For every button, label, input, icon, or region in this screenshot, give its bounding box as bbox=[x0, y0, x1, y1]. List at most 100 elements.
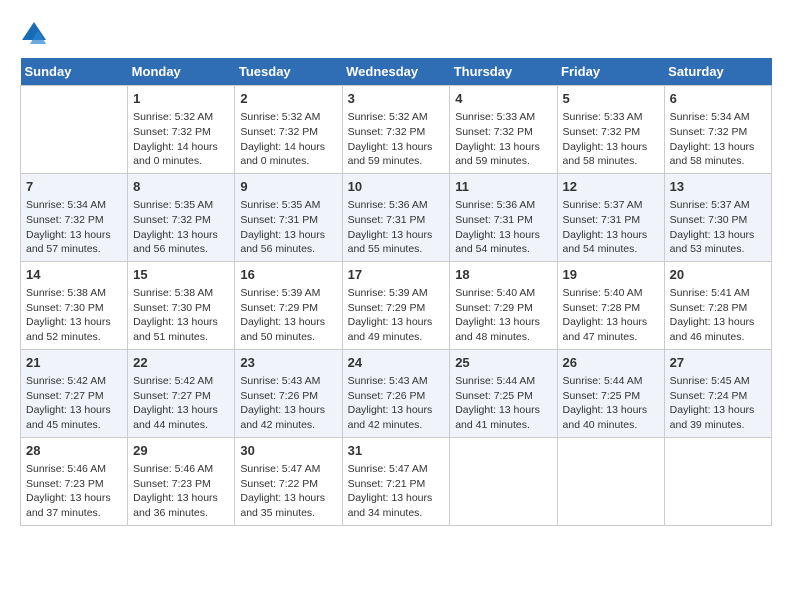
calendar-cell: 30Sunrise: 5:47 AM Sunset: 7:22 PM Dayli… bbox=[235, 437, 342, 525]
day-number: 10 bbox=[348, 178, 445, 196]
calendar-cell: 15 Sunrise: 5:38 AM Sunset: 7:30 PM Dayli… bbox=[128, 261, 235, 349]
header-cell-thursday: Thursday bbox=[450, 58, 557, 86]
calendar-cell: 29 Sunrise: 5:46 AM Sunset: 7:23 PM Dayli… bbox=[128, 437, 235, 525]
calendar-cell bbox=[21, 86, 128, 174]
day-number: 1 bbox=[133, 90, 229, 108]
day-info: Sunrise: 5:45 AM Sunset: 7:24 PM Dayligh… bbox=[670, 374, 766, 433]
day-number: 6 bbox=[670, 90, 766, 108]
day-info: Sunrise: 5:40 AM Sunset: 7:28 PM Dayligh… bbox=[563, 286, 659, 345]
day-number: 9 bbox=[240, 178, 336, 196]
header-cell-sunday: Sunday bbox=[21, 58, 128, 86]
day-number: 23 bbox=[240, 354, 336, 372]
calendar-cell: 24Sunrise: 5:43 AM Sunset: 7:26 PM Dayli… bbox=[342, 349, 450, 437]
logo bbox=[20, 20, 52, 48]
calendar-cell: 7Sunrise: 5:34 AM Sunset: 7:32 PM Daylig… bbox=[21, 173, 128, 261]
header-cell-tuesday: Tuesday bbox=[235, 58, 342, 86]
calendar-cell: 21 Sunrise: 5:42 AM Sunset: 7:27 PM Dayli… bbox=[21, 349, 128, 437]
day-number: 27 bbox=[670, 354, 766, 372]
calendar-cell: 2 Sunrise: 5:32 AM Sunset: 7:32 PM Daylig… bbox=[235, 86, 342, 174]
day-number: 29 bbox=[133, 442, 229, 460]
page-header bbox=[20, 20, 772, 48]
day-info: Sunrise: 5:47 AM Sunset: 7:21 PM Dayligh… bbox=[348, 462, 445, 521]
day-info: Sunrise: 5:36 AM Sunset: 7:31 PM Dayligh… bbox=[348, 198, 445, 257]
day-info: Sunrise: 5:47 AM Sunset: 7:22 PM Dayligh… bbox=[240, 462, 336, 521]
calendar-body: 1 Sunrise: 5:32 AM Sunset: 7:32 PM Daylig… bbox=[21, 86, 772, 526]
calendar-cell: 14 Sunrise: 5:38 AM Sunset: 7:30 PM Dayli… bbox=[21, 261, 128, 349]
calendar-cell: 16Sunrise: 5:39 AM Sunset: 7:29 PM Dayli… bbox=[235, 261, 342, 349]
day-number: 4 bbox=[455, 90, 551, 108]
day-number: 14 bbox=[26, 266, 122, 284]
calendar-cell: 10 Sunrise: 5:36 AM Sunset: 7:31 PM Dayli… bbox=[342, 173, 450, 261]
calendar-cell: 9 Sunrise: 5:35 AM Sunset: 7:31 PM Daylig… bbox=[235, 173, 342, 261]
day-info: Sunrise: 5:40 AM Sunset: 7:29 PM Dayligh… bbox=[455, 286, 551, 345]
day-number: 8 bbox=[133, 178, 229, 196]
logo-icon bbox=[20, 20, 48, 48]
day-info: Sunrise: 5:32 AM Sunset: 7:32 PM Dayligh… bbox=[133, 110, 229, 169]
day-info: Sunrise: 5:34 AM Sunset: 7:32 PM Dayligh… bbox=[670, 110, 766, 169]
calendar-cell bbox=[557, 437, 664, 525]
calendar-cell: 28 Sunrise: 5:46 AM Sunset: 7:23 PM Dayli… bbox=[21, 437, 128, 525]
day-info: Sunrise: 5:46 AM Sunset: 7:23 PM Dayligh… bbox=[133, 462, 229, 521]
calendar-header-row: SundayMondayTuesdayWednesdayThursdayFrid… bbox=[21, 58, 772, 86]
day-number: 3 bbox=[348, 90, 445, 108]
calendar-week-row: 7Sunrise: 5:34 AM Sunset: 7:32 PM Daylig… bbox=[21, 173, 772, 261]
calendar-cell: 1 Sunrise: 5:32 AM Sunset: 7:32 PM Daylig… bbox=[128, 86, 235, 174]
day-number: 11 bbox=[455, 178, 551, 196]
day-info: Sunrise: 5:44 AM Sunset: 7:25 PM Dayligh… bbox=[563, 374, 659, 433]
calendar-cell: 31 Sunrise: 5:47 AM Sunset: 7:21 PM Dayli… bbox=[342, 437, 450, 525]
calendar-cell: 11 Sunrise: 5:36 AM Sunset: 7:31 PM Dayli… bbox=[450, 173, 557, 261]
calendar-cell: 6 Sunrise: 5:34 AM Sunset: 7:32 PM Daylig… bbox=[664, 86, 771, 174]
day-info: Sunrise: 5:37 AM Sunset: 7:31 PM Dayligh… bbox=[563, 198, 659, 257]
header-cell-monday: Monday bbox=[128, 58, 235, 86]
day-info: Sunrise: 5:43 AM Sunset: 7:26 PM Dayligh… bbox=[348, 374, 445, 433]
day-info: Sunrise: 5:38 AM Sunset: 7:30 PM Dayligh… bbox=[26, 286, 122, 345]
header-cell-wednesday: Wednesday bbox=[342, 58, 450, 86]
day-number: 5 bbox=[563, 90, 659, 108]
day-number: 28 bbox=[26, 442, 122, 460]
day-info: Sunrise: 5:35 AM Sunset: 7:32 PM Dayligh… bbox=[133, 198, 229, 257]
calendar-cell: 8 Sunrise: 5:35 AM Sunset: 7:32 PM Daylig… bbox=[128, 173, 235, 261]
day-number: 2 bbox=[240, 90, 336, 108]
day-info: Sunrise: 5:36 AM Sunset: 7:31 PM Dayligh… bbox=[455, 198, 551, 257]
calendar-cell: 12 Sunrise: 5:37 AM Sunset: 7:31 PM Dayli… bbox=[557, 173, 664, 261]
calendar-cell: 18 Sunrise: 5:40 AM Sunset: 7:29 PM Dayli… bbox=[450, 261, 557, 349]
day-number: 25 bbox=[455, 354, 551, 372]
day-number: 18 bbox=[455, 266, 551, 284]
day-number: 7 bbox=[26, 178, 122, 196]
day-info: Sunrise: 5:32 AM Sunset: 7:32 PM Dayligh… bbox=[240, 110, 336, 169]
day-number: 21 bbox=[26, 354, 122, 372]
calendar-cell: 13Sunrise: 5:37 AM Sunset: 7:30 PM Dayli… bbox=[664, 173, 771, 261]
day-info: Sunrise: 5:38 AM Sunset: 7:30 PM Dayligh… bbox=[133, 286, 229, 345]
calendar-week-row: 1 Sunrise: 5:32 AM Sunset: 7:32 PM Daylig… bbox=[21, 86, 772, 174]
day-number: 22 bbox=[133, 354, 229, 372]
day-number: 12 bbox=[563, 178, 659, 196]
day-number: 17 bbox=[348, 266, 445, 284]
header-cell-saturday: Saturday bbox=[664, 58, 771, 86]
calendar-week-row: 14 Sunrise: 5:38 AM Sunset: 7:30 PM Dayli… bbox=[21, 261, 772, 349]
calendar-cell: 3 Sunrise: 5:32 AM Sunset: 7:32 PM Daylig… bbox=[342, 86, 450, 174]
calendar-cell: 25 Sunrise: 5:44 AM Sunset: 7:25 PM Dayli… bbox=[450, 349, 557, 437]
header-cell-friday: Friday bbox=[557, 58, 664, 86]
calendar-cell bbox=[450, 437, 557, 525]
day-number: 26 bbox=[563, 354, 659, 372]
calendar-cell: 26 Sunrise: 5:44 AM Sunset: 7:25 PM Dayli… bbox=[557, 349, 664, 437]
day-info: Sunrise: 5:44 AM Sunset: 7:25 PM Dayligh… bbox=[455, 374, 551, 433]
day-number: 15 bbox=[133, 266, 229, 284]
day-info: Sunrise: 5:46 AM Sunset: 7:23 PM Dayligh… bbox=[26, 462, 122, 521]
day-info: Sunrise: 5:39 AM Sunset: 7:29 PM Dayligh… bbox=[240, 286, 336, 345]
day-info: Sunrise: 5:32 AM Sunset: 7:32 PM Dayligh… bbox=[348, 110, 445, 169]
day-info: Sunrise: 5:33 AM Sunset: 7:32 PM Dayligh… bbox=[455, 110, 551, 169]
day-info: Sunrise: 5:33 AM Sunset: 7:32 PM Dayligh… bbox=[563, 110, 659, 169]
calendar-cell: 20Sunrise: 5:41 AM Sunset: 7:28 PM Dayli… bbox=[664, 261, 771, 349]
day-info: Sunrise: 5:35 AM Sunset: 7:31 PM Dayligh… bbox=[240, 198, 336, 257]
day-info: Sunrise: 5:42 AM Sunset: 7:27 PM Dayligh… bbox=[26, 374, 122, 433]
day-number: 31 bbox=[348, 442, 445, 460]
calendar-table: SundayMondayTuesdayWednesdayThursdayFrid… bbox=[20, 58, 772, 526]
day-info: Sunrise: 5:37 AM Sunset: 7:30 PM Dayligh… bbox=[670, 198, 766, 257]
day-number: 19 bbox=[563, 266, 659, 284]
calendar-cell: 22 Sunrise: 5:42 AM Sunset: 7:27 PM Dayli… bbox=[128, 349, 235, 437]
calendar-week-row: 21 Sunrise: 5:42 AM Sunset: 7:27 PM Dayli… bbox=[21, 349, 772, 437]
calendar-cell: 23Sunrise: 5:43 AM Sunset: 7:26 PM Dayli… bbox=[235, 349, 342, 437]
day-info: Sunrise: 5:41 AM Sunset: 7:28 PM Dayligh… bbox=[670, 286, 766, 345]
day-info: Sunrise: 5:42 AM Sunset: 7:27 PM Dayligh… bbox=[133, 374, 229, 433]
